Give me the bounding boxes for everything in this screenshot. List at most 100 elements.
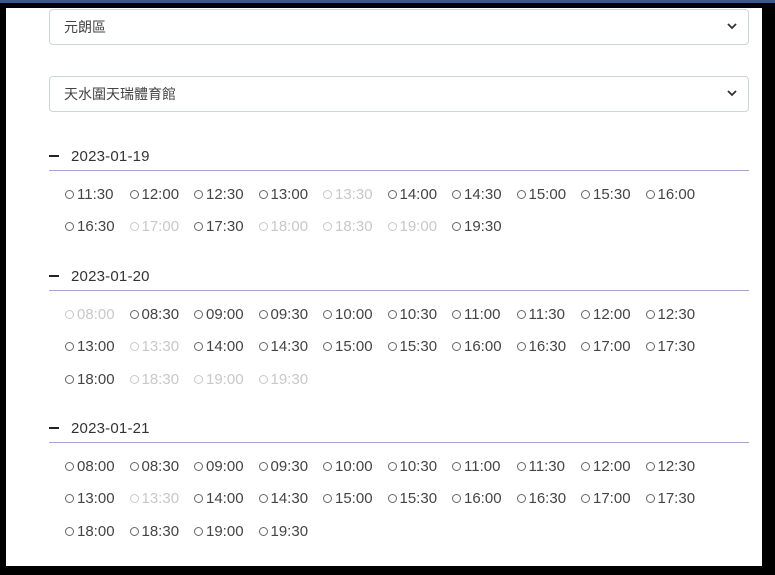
date-section-header[interactable]: 2023-01-20 [49, 262, 749, 291]
venue-select[interactable]: 天水圍天瑞體育館 [49, 76, 749, 112]
radio-icon[interactable] [516, 494, 526, 504]
radio-icon[interactable] [452, 342, 461, 352]
time-slot-option[interactable]: 13:00 [65, 483, 130, 516]
time-slot-option[interactable]: 16:00 [452, 331, 517, 364]
radio-icon[interactable] [194, 526, 203, 536]
time-slot-option[interactable]: 16:00 [452, 483, 517, 516]
time-slot-option[interactable]: 17:30 [645, 331, 711, 364]
time-slot-option[interactable]: 13:00 [258, 178, 324, 211]
radio-icon[interactable] [258, 461, 268, 471]
radio-icon[interactable] [194, 342, 203, 352]
radio-icon[interactable] [65, 494, 74, 504]
collapse-icon[interactable] [49, 275, 59, 277]
time-slot-option[interactable]: 16:30 [516, 483, 582, 516]
radio-icon[interactable] [258, 342, 268, 352]
time-slot-option[interactable]: 14:30 [258, 331, 324, 364]
time-slot-option[interactable]: 11:00 [452, 450, 517, 483]
radio-icon[interactable] [452, 222, 461, 232]
time-slot-option[interactable]: 15:00 [516, 178, 582, 211]
time-slot-option[interactable]: 17:30 [645, 483, 711, 516]
time-slot-option[interactable]: 12:30 [194, 178, 259, 211]
radio-icon[interactable] [258, 309, 268, 319]
radio-icon[interactable] [645, 342, 655, 352]
time-slot-option[interactable]: 17:30 [194, 211, 259, 244]
radio-icon[interactable] [581, 189, 590, 199]
time-slot-option[interactable]: 13:00 [65, 331, 130, 364]
time-slot-option[interactable]: 14:30 [452, 178, 517, 211]
time-slot-option[interactable]: 14:00 [194, 331, 259, 364]
radio-icon[interactable] [65, 374, 74, 384]
time-slot-option[interactable]: 14:00 [387, 178, 453, 211]
time-slot-option[interactable]: 15:30 [387, 483, 453, 516]
radio-icon[interactable] [194, 494, 203, 504]
radio-icon[interactable] [645, 461, 655, 471]
radio-icon[interactable] [516, 461, 526, 471]
time-slot-option[interactable]: 12:00 [581, 450, 646, 483]
radio-icon[interactable] [65, 222, 74, 232]
time-slot-option[interactable]: 11:30 [65, 178, 130, 211]
collapse-icon[interactable] [49, 427, 59, 429]
radio-icon[interactable] [258, 494, 268, 504]
time-slot-option[interactable]: 12:30 [645, 450, 711, 483]
radio-icon[interactable] [581, 309, 590, 319]
radio-icon[interactable] [581, 494, 590, 504]
radio-icon[interactable] [65, 526, 74, 536]
radio-icon[interactable] [452, 461, 461, 471]
time-slot-option[interactable]: 18:30 [129, 515, 195, 548]
radio-icon[interactable] [323, 494, 332, 504]
radio-icon[interactable] [65, 189, 74, 199]
radio-icon[interactable] [645, 189, 655, 199]
radio-icon[interactable] [129, 189, 139, 199]
time-slot-option[interactable]: 12:00 [129, 178, 195, 211]
time-slot-option[interactable]: 10:30 [387, 298, 453, 331]
time-slot-option[interactable]: 15:00 [323, 483, 388, 516]
time-slot-option[interactable]: 18:00 [65, 363, 130, 396]
time-slot-option[interactable]: 17:00 [581, 483, 646, 516]
radio-icon[interactable] [129, 461, 139, 471]
time-slot-option[interactable]: 19:30 [258, 515, 324, 548]
district-select[interactable]: 元朗區 [49, 9, 749, 45]
time-slot-option[interactable]: 14:30 [258, 483, 324, 516]
radio-icon[interactable] [516, 309, 526, 319]
radio-icon[interactable] [65, 342, 74, 352]
radio-icon[interactable] [194, 222, 203, 232]
radio-icon[interactable] [194, 461, 203, 471]
radio-icon[interactable] [581, 461, 590, 471]
time-slot-option[interactable]: 19:30 [452, 211, 517, 244]
time-slot-option[interactable]: 08:00 [65, 450, 130, 483]
radio-icon[interactable] [194, 309, 203, 319]
radio-icon[interactable] [194, 189, 203, 199]
time-slot-option[interactable]: 12:00 [581, 298, 646, 331]
radio-icon[interactable] [581, 342, 590, 352]
radio-icon[interactable] [387, 494, 397, 504]
time-slot-option[interactable]: 14:00 [194, 483, 259, 516]
time-slot-option[interactable]: 15:30 [581, 178, 646, 211]
time-slot-option[interactable]: 09:00 [194, 450, 259, 483]
time-slot-option[interactable]: 08:30 [129, 298, 195, 331]
radio-icon[interactable] [65, 461, 74, 471]
radio-icon[interactable] [516, 189, 526, 199]
time-slot-option[interactable]: 08:30 [129, 450, 195, 483]
time-slot-option[interactable]: 11:30 [516, 298, 582, 331]
time-slot-option[interactable]: 16:30 [516, 331, 582, 364]
time-slot-option[interactable]: 09:30 [258, 450, 324, 483]
radio-icon[interactable] [645, 494, 655, 504]
radio-icon[interactable] [387, 189, 397, 199]
time-slot-option[interactable]: 10:00 [323, 298, 388, 331]
radio-icon[interactable] [323, 309, 332, 319]
date-section-header[interactable]: 2023-01-19 [49, 142, 749, 171]
time-slot-option[interactable]: 15:00 [323, 331, 388, 364]
collapse-icon[interactable] [49, 155, 59, 157]
radio-icon[interactable] [258, 189, 268, 199]
radio-icon[interactable] [323, 461, 332, 471]
time-slot-option[interactable]: 12:30 [645, 298, 711, 331]
radio-icon[interactable] [452, 189, 461, 199]
time-slot-option[interactable]: 09:00 [194, 298, 259, 331]
radio-icon[interactable] [452, 309, 461, 319]
time-slot-option[interactable]: 15:30 [387, 331, 453, 364]
radio-icon[interactable] [129, 526, 139, 536]
radio-icon[interactable] [452, 494, 461, 504]
time-slot-option[interactable]: 11:30 [516, 450, 582, 483]
radio-icon[interactable] [258, 526, 268, 536]
radio-icon[interactable] [516, 342, 526, 352]
